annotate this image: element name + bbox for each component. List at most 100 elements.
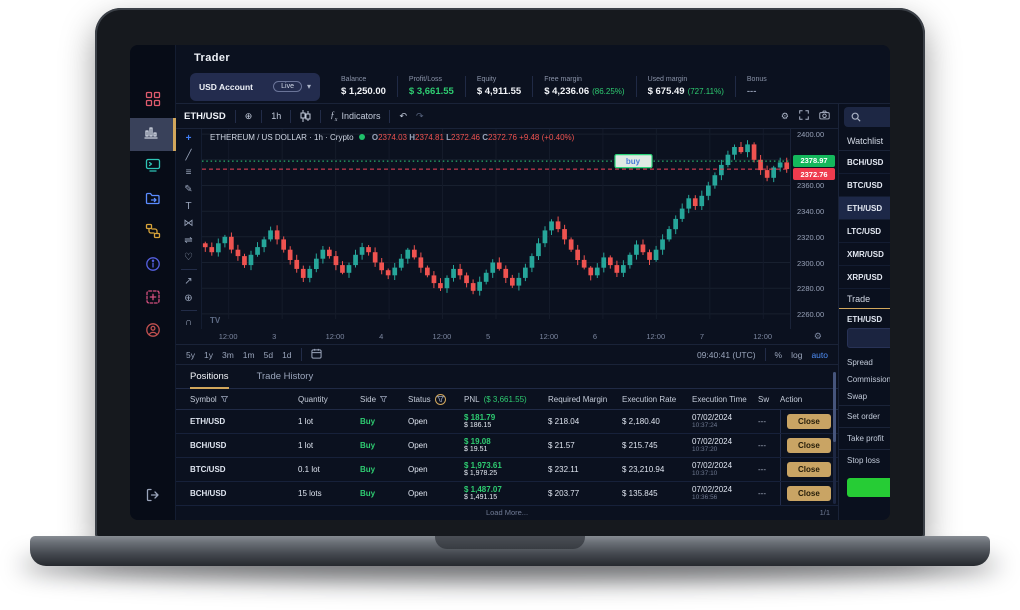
trade-field-spread: Spread	[839, 354, 890, 371]
column-header-side[interactable]: Side	[360, 395, 408, 404]
sidebar-item-logout[interactable]	[130, 481, 176, 514]
trade-symbol: ETH/USD	[839, 309, 890, 328]
account-stat-bonus: Bonus ---	[735, 76, 778, 97]
content-row: ETH/USD ⊕ 1h	[176, 104, 890, 520]
range-button-1m[interactable]: 1m	[243, 350, 255, 360]
price-tick-label: 2360.00	[797, 181, 824, 190]
scale-button-auto[interactable]: auto	[811, 350, 828, 360]
price-tick-label: 2400.00	[797, 130, 824, 139]
price-tick-label: 2320.00	[797, 233, 824, 242]
zoom-tool-icon[interactable]: ⊕	[184, 292, 192, 305]
page-indicator: 1/1	[820, 506, 830, 520]
brush-tool-icon[interactable]: ✎	[184, 183, 192, 196]
price-axis[interactable]: 2400.002360.002340.002320.002300.002280.…	[790, 129, 838, 329]
watchlist-item-xrp-usd[interactable]: XRP/USD	[839, 266, 890, 289]
range-button-1d[interactable]: 1d	[282, 350, 291, 360]
column-header-status[interactable]: Status	[408, 394, 464, 405]
watchlist-item-xmr-usd[interactable]: XMR/USD	[839, 243, 890, 266]
sidebar-item-dashboard[interactable]	[130, 85, 176, 118]
redo-icon[interactable]: ↷	[416, 111, 424, 122]
undo-icon[interactable]: ↶	[399, 111, 407, 122]
positions-table-body: ETH/USD 1 lot Buy Open $ 181.79$ 186.15 …	[176, 410, 838, 506]
trading-app-screen: Trader USD Account Live ▾ Balance $ 1,25…	[130, 45, 890, 520]
range-button-5d[interactable]: 5d	[264, 350, 273, 360]
text-tool-icon[interactable]: T	[185, 200, 191, 213]
chart-legend: ETHEREUM / US DOLLAR · 1h · Crypto O2374…	[210, 133, 574, 142]
close-position-button[interactable]: Close	[787, 438, 831, 453]
cell-required-margin: $ 203.77	[548, 489, 622, 498]
sidebar-item-flow[interactable]	[130, 217, 176, 250]
calendar-icon[interactable]	[311, 348, 322, 361]
watchlist-item-btc-usd[interactable]: BTC/USD	[839, 174, 890, 197]
buy-button[interactable]	[847, 478, 890, 497]
clock[interactable]: 09:40:41 (UTC)	[697, 350, 756, 360]
cell-pnl: $ 1,487.07$ 1,491.15	[464, 485, 548, 502]
buy-price-badge: 2378.97	[793, 155, 835, 167]
chart-plot[interactable]: ETHEREUM / US DOLLAR · 1h · Crypto O2374…	[202, 129, 790, 329]
indicators-button[interactable]: ƒx Indicators	[330, 110, 380, 123]
range-button-3m[interactable]: 3m	[222, 350, 234, 360]
sidebar-item-terminal[interactable]	[130, 151, 176, 184]
cell-swap: ---	[758, 489, 780, 498]
fullscreen-icon[interactable]	[799, 110, 809, 122]
sidebar-bottom	[130, 481, 176, 514]
price-tick-label: 2340.00	[797, 207, 824, 216]
close-position-button[interactable]: Close	[787, 462, 831, 477]
time-axis[interactable]: ⚙ 12:00312:00412:00512:00612:00712:00	[176, 329, 838, 345]
watchlist-item-eth-usd[interactable]: ETH/USD	[839, 197, 890, 220]
column-header-required-margin: Required Margin	[548, 395, 622, 404]
watchlist-item-bch-usd[interactable]: BCH/USD	[839, 151, 890, 174]
cell-action: Close ⋮	[780, 458, 838, 481]
sidebar-item-folder[interactable]	[130, 184, 176, 217]
magnet-tool-icon[interactable]: ∩	[185, 316, 192, 329]
sidebar-item-chart[interactable]	[130, 118, 176, 151]
search-input[interactable]	[844, 107, 890, 127]
account-bar: USD Account Live ▾ Balance $ 1,250.00Pro…	[176, 70, 890, 104]
range-button-1y[interactable]: 1y	[204, 350, 213, 360]
watchlist-item-ltc-usd[interactable]: LTC/USD	[839, 220, 890, 243]
table-scrollbar[interactable]	[833, 372, 836, 504]
position-tool-icon[interactable]: ⇌	[184, 234, 192, 247]
account-selector[interactable]: USD Account Live ▾	[190, 73, 320, 101]
stat-label: Balance	[341, 76, 386, 83]
load-more-button[interactable]: Load More...	[486, 508, 528, 517]
candle-style-icon[interactable]	[300, 110, 311, 122]
cell-status: Open	[408, 441, 464, 450]
tab-trade-history[interactable]: Trade History	[257, 365, 314, 388]
pattern-tool-icon[interactable]: ⋈	[184, 217, 194, 230]
sidebar-item-info[interactable]	[130, 250, 176, 283]
scale-button-%[interactable]: %	[775, 350, 783, 360]
crosshair-tool-icon[interactable]: +	[186, 132, 192, 145]
cell-pnl: $ 181.79$ 186.15	[464, 413, 548, 430]
snapshot-camera-icon[interactable]	[819, 110, 830, 122]
account-stat-equity: Equity $ 4,911.55	[465, 76, 532, 97]
sidebar-item-support[interactable]	[130, 316, 176, 349]
scale-button-log[interactable]: log	[791, 350, 802, 360]
timeframe-button[interactable]: 1h	[271, 111, 281, 121]
tab-positions[interactable]: Positions	[190, 365, 229, 388]
time-tick-label: 4	[379, 332, 383, 341]
symbol-button[interactable]: ETH/USD	[184, 111, 226, 122]
fib-tool-icon[interactable]: ≡	[186, 166, 192, 179]
sidebar-item-promo[interactable]	[130, 283, 176, 316]
close-position-button[interactable]: Close	[787, 486, 831, 501]
range-button-5y[interactable]: 5y	[186, 350, 195, 360]
column-header-action: Action	[780, 395, 838, 404]
trade-fields: SpreadCommissionSwapSet orderTake profit…	[839, 354, 890, 471]
quantity-input[interactable]	[847, 328, 890, 348]
axis-settings-icon[interactable]: ⚙	[814, 331, 822, 342]
compare-add-icon[interactable]: ⊕	[245, 111, 253, 122]
trade-field-take-profit[interactable]: Take profit	[839, 427, 890, 449]
heart-tool-icon[interactable]: ♡	[184, 251, 193, 264]
ruler-tool-icon[interactable]: ↗	[184, 275, 192, 288]
close-position-button[interactable]: Close	[787, 414, 831, 429]
chart-settings-icon[interactable]: ⚙	[781, 111, 789, 122]
cell-swap: ---	[758, 417, 780, 426]
price-tick-label: 2300.00	[797, 259, 824, 268]
cell-execution-rate: $ 215.745	[622, 441, 692, 450]
trendline-tool-icon[interactable]: ╱	[185, 149, 191, 162]
trade-field-stop-loss[interactable]: Stop loss	[839, 449, 890, 471]
column-header-symbol[interactable]: Symbol	[176, 395, 298, 404]
scale-buttons: % logauto	[775, 350, 828, 360]
trade-field-set-order[interactable]: Set order	[839, 405, 890, 427]
